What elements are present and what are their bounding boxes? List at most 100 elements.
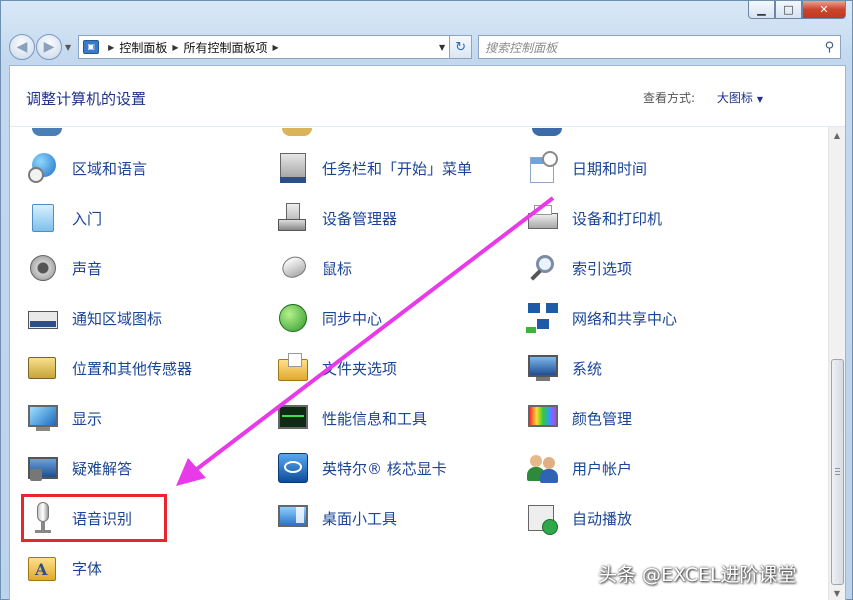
icon-part xyxy=(530,455,542,467)
icon-part xyxy=(280,177,306,183)
navigation-bar: ◀ ▶ ▼ ▣ ▶ 控制面板 ▶ 所有控制面板项 ▶ ▼ ↻ 搜索控制面板 ⚲ xyxy=(9,32,846,62)
control-panel-item[interactable]: 自动播放 xyxy=(526,498,632,538)
item-label: 索引选项 xyxy=(572,259,633,278)
control-panel-item[interactable]: 鼠标 xyxy=(276,248,352,288)
icon-part xyxy=(528,213,558,229)
icon-part xyxy=(528,405,558,427)
control-panel-item[interactable]: 设备管理器 xyxy=(276,198,397,238)
item-label: 文件夹选项 xyxy=(322,359,398,378)
icon-part xyxy=(534,205,552,215)
control-panel-item[interactable]: A 字体 xyxy=(26,548,102,588)
breadcrumb-control-panel[interactable]: 控制面板 xyxy=(119,39,167,56)
control-panel-item[interactable]: 同步中心 xyxy=(276,298,382,338)
item-label: 自动播放 xyxy=(572,509,633,528)
item-label: 用户帐户 xyxy=(572,459,633,478)
scrollbar-thumb[interactable] xyxy=(831,359,844,585)
icon-part xyxy=(536,377,550,381)
item-label: 系统 xyxy=(572,359,603,378)
control-panel-item[interactable]: 疑难解答 xyxy=(26,448,132,488)
control-panel-item[interactable]: 位置和其他传感器 xyxy=(26,348,192,388)
partial-item-icon xyxy=(532,128,562,136)
address-dropdown-icon[interactable]: ▼ xyxy=(439,43,445,52)
back-arrow-icon[interactable]: ◀ xyxy=(9,34,35,60)
vertical-scrollbar[interactable]: ▲ ▼ xyxy=(828,127,845,600)
location-sensor-icon xyxy=(26,351,60,385)
printer-icon xyxy=(526,201,560,235)
control-panel-item[interactable]: 性能信息和工具 xyxy=(276,398,427,438)
control-panel-item[interactable]: 用户帐户 xyxy=(526,448,632,488)
icon-part xyxy=(530,269,542,281)
calendar-clock-icon xyxy=(526,151,560,185)
item-label: 设备和打印机 xyxy=(572,209,663,228)
icon-part xyxy=(537,319,549,329)
control-panel-item[interactable]: 区域和语言 xyxy=(26,148,147,188)
icon-part: A xyxy=(35,560,48,579)
control-panel-item[interactable]: 显示 xyxy=(26,398,102,438)
item-label: 鼠标 xyxy=(322,259,353,278)
forward-arrow-icon[interactable]: ▶ xyxy=(36,34,62,60)
control-panel-item[interactable]: 桌面小工具 xyxy=(276,498,397,538)
icon-part xyxy=(540,469,558,483)
view-by-label: 查看方式: xyxy=(642,91,695,105)
chevron-right-icon[interactable]: ▶ xyxy=(108,43,114,52)
pane-header: 调整计算机的设置 查看方式: 大图标 ▼ xyxy=(10,66,845,127)
window-caption-buttons: ▁ □ ✕ xyxy=(748,1,846,19)
autoplay-icon xyxy=(526,501,560,535)
control-panel-item[interactable]: 通知区域图标 xyxy=(26,298,162,338)
control-panel-item[interactable]: 索引选项 xyxy=(526,248,632,288)
control-panel-item[interactable]: 入门 xyxy=(26,198,102,238)
item-label: 字体 xyxy=(72,559,103,578)
breadcrumb-all-items[interactable]: 所有控制面板项 xyxy=(183,39,267,56)
minimize-button[interactable]: ▁ xyxy=(748,1,775,19)
color-management-icon xyxy=(526,401,560,435)
view-by-dropdown[interactable]: 大图标 ▼ xyxy=(717,89,763,106)
scroll-up-icon[interactable]: ▲ xyxy=(829,127,845,144)
control-panel-window: ▁ □ ✕ ◀ ▶ ▼ ▣ ▶ 控制面板 ▶ 所有控制面板项 ▶ ▼ ↻ 搜索控… xyxy=(0,0,853,600)
icon-part xyxy=(528,355,558,377)
control-panel-item[interactable]: 文件夹选项 xyxy=(276,348,397,388)
address-bar[interactable]: ▣ ▶ 控制面板 ▶ 所有控制面板项 ▶ ▼ xyxy=(78,35,451,59)
control-panel-item[interactable]: 颜色管理 xyxy=(526,398,632,438)
item-label: 显示 xyxy=(72,409,103,428)
close-button[interactable]: ✕ xyxy=(802,1,846,19)
chevron-right-icon[interactable]: ▶ xyxy=(273,43,279,52)
control-panel-item[interactable]: 声音 xyxy=(26,248,102,288)
control-panel-item[interactable]: 日期和时间 xyxy=(526,148,647,188)
icon-part xyxy=(296,507,304,523)
icon-part xyxy=(546,303,558,313)
search-placeholder: 搜索控制面板 xyxy=(485,40,558,55)
item-label: 位置和其他传感器 xyxy=(72,359,193,378)
search-icon[interactable]: ⚲ xyxy=(825,40,835,55)
grip-line xyxy=(835,471,840,472)
recent-pages-dropdown[interactable]: ▼ xyxy=(65,43,71,52)
folder-options-icon xyxy=(276,351,310,385)
network-icon xyxy=(526,301,560,335)
item-label: 疑难解答 xyxy=(72,459,133,478)
refresh-icon[interactable]: ↻ xyxy=(450,35,473,59)
notification-area-icon xyxy=(26,301,60,335)
item-label: 网络和共享中心 xyxy=(572,309,678,328)
control-panel-item[interactable]: 任务栏和「开始」菜单 xyxy=(276,148,472,188)
search-input[interactable]: 搜索控制面板 ⚲ xyxy=(478,35,842,59)
icon-part xyxy=(542,151,558,167)
control-panel-item[interactable]: 网络和共享中心 xyxy=(526,298,677,338)
control-panel-item[interactable]: 系统 xyxy=(526,348,602,388)
control-panel-item[interactable]: 英特尔® 核芯显卡 xyxy=(276,448,447,488)
item-label: 区域和语言 xyxy=(72,159,148,178)
icon-part xyxy=(28,405,58,427)
maximize-button[interactable]: □ xyxy=(775,1,802,19)
icon-part xyxy=(288,353,302,367)
scroll-down-icon[interactable]: ▼ xyxy=(829,585,845,600)
chevron-right-icon[interactable]: ▶ xyxy=(172,43,178,52)
item-label: 桌面小工具 xyxy=(322,509,398,528)
fonts-icon: A xyxy=(26,551,60,585)
icon-part xyxy=(278,219,306,231)
taskbar-icon xyxy=(276,151,310,185)
icon-part xyxy=(542,519,558,535)
item-label: 性能信息和工具 xyxy=(322,409,428,428)
display-icon xyxy=(26,401,60,435)
device-manager-icon xyxy=(276,201,310,235)
partial-item-icon xyxy=(282,128,312,136)
user-accounts-icon xyxy=(526,451,560,485)
control-panel-item[interactable]: 设备和打印机 xyxy=(526,198,662,238)
